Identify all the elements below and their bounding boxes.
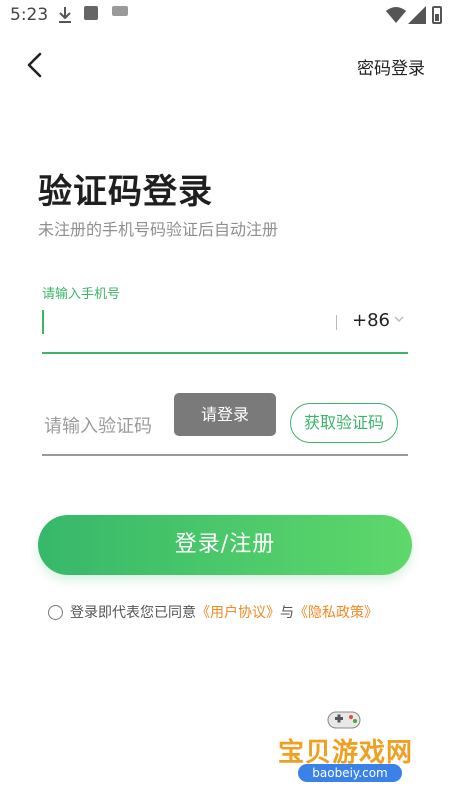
- app-notification-icon: [84, 6, 98, 20]
- user-agreement-link[interactable]: 《用户协议》: [196, 605, 280, 621]
- password-login-link[interactable]: 密码登录: [357, 54, 425, 79]
- toast-message: 请登录: [174, 393, 276, 436]
- text-cursor: [42, 310, 44, 334]
- back-arrow-icon[interactable]: [22, 50, 50, 80]
- country-code-selector[interactable]: +86: [352, 310, 390, 331]
- field-divider: [336, 315, 337, 330]
- watermark-url: baobeiy.com: [298, 764, 402, 782]
- signal-icon: [408, 6, 426, 24]
- phone-field: +86: [42, 306, 408, 354]
- agreement-radio[interactable]: [48, 605, 63, 620]
- page-subtitle: 未注册的手机号码验证后自动注册: [38, 220, 279, 239]
- phone-input[interactable]: [48, 306, 332, 340]
- phone-field-label: 请输入手机号: [42, 287, 121, 302]
- gamepad-icon: [327, 711, 361, 729]
- chevron-down-icon[interactable]: [394, 314, 404, 324]
- wifi-icon: [386, 7, 406, 23]
- battery-icon: [432, 6, 442, 24]
- download-icon: [59, 7, 71, 23]
- agreement-row: 登录即代表您已同意《用户协议》与《隐私政策》: [48, 602, 378, 622]
- status-time: 5:23: [10, 5, 49, 25]
- get-code-button[interactable]: 获取验证码: [290, 403, 398, 443]
- keyboard-icon: [112, 6, 128, 16]
- watermark-logo: 宝贝游戏网 baobeiy.com: [278, 706, 428, 786]
- status-bar: 5:23: [0, 0, 450, 30]
- page-title: 验证码登录: [38, 172, 213, 212]
- agreement-joiner: 与: [280, 605, 294, 621]
- login-register-button[interactable]: 登录/注册: [38, 515, 412, 575]
- verification-code-input[interactable]: [42, 410, 196, 442]
- agreement-prefix: 登录即代表您已同意: [70, 605, 196, 621]
- privacy-policy-link[interactable]: 《隐私政策》: [294, 605, 378, 621]
